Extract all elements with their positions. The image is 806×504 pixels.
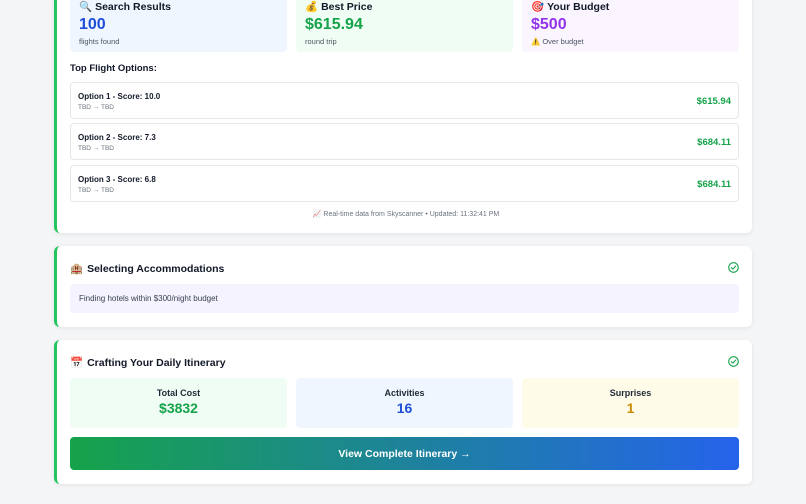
itinerary-heading: 📅 Crafting Your Daily Itinerary [70, 356, 226, 370]
itinerary-title: Crafting Your Daily Itinerary [87, 356, 226, 369]
option-route: TBD → TBD [78, 145, 114, 152]
activities-value: 16 [396, 400, 413, 416]
money-bag-icon: 💰 [305, 1, 319, 13]
warning-icon: ⚠️ [531, 37, 541, 46]
accommodations-title: Selecting Accommodations [87, 262, 225, 275]
hotel-status-box: Finding hotels within $300/night budget [70, 284, 739, 313]
option-route: TBD → TBD [78, 104, 114, 111]
hotel-icon: 🏨 [70, 263, 84, 275]
chart-icon: 📈 [312, 211, 322, 218]
surprises-value: 1 [626, 400, 635, 416]
check-circle-icon [728, 262, 739, 273]
option-price: $684.11 [697, 179, 731, 190]
search-results-value: 100 [79, 16, 106, 33]
best-price-sub: round trip [305, 37, 337, 46]
option-name: Option 2 - Score: 7.3 [78, 133, 156, 142]
search-results-title: Search Results [95, 0, 171, 13]
search-results-sub: flights found [79, 37, 120, 46]
total-cost-value: $3832 [159, 400, 198, 416]
total-cost-label: Total Cost [156, 388, 201, 398]
search-results-stat: 🔍 Search Results 100 flights found [70, 0, 287, 52]
flight-results-card: 🔍 Search Results 100 flights found 💰 Best … [54, 0, 752, 233]
hotel-status-text: Finding hotels within $300/night budget [79, 294, 218, 303]
options-heading: Top Flight Options: [70, 63, 157, 74]
option-name: Option 3 - Score: 6.8 [78, 175, 156, 184]
accommodations-card: 🏨 Selecting Accommodations Finding hotel… [54, 246, 752, 327]
target-icon: 🎯 [531, 1, 545, 13]
surprises-label: Surprises [609, 388, 652, 398]
accommodations-heading: 🏨 Selecting Accommodations [70, 262, 225, 276]
check-circle-icon [728, 356, 739, 367]
view-itinerary-button[interactable]: View Complete Itinerary → [70, 437, 739, 470]
option-name: Option 1 - Score: 10.0 [78, 92, 161, 101]
magnifier-icon: 🔍 [79, 1, 93, 13]
best-price-value: $615.94 [305, 16, 363, 33]
budget-stat: 🎯 Your Budget $500 ⚠️ Over budget [522, 0, 739, 52]
surprises-tile: Surprises 1 [522, 378, 739, 428]
budget-title: Your Budget [547, 0, 610, 13]
option-route: TBD → TBD [78, 187, 114, 194]
best-price-title: Best Price [321, 0, 373, 13]
flight-option[interactable]: Option 1 - Score: 10.0 TBD → TBD $615.94 [70, 82, 739, 119]
activities-label: Activities [384, 388, 425, 398]
activities-tile: Activities 16 [296, 378, 513, 428]
data-source-note: 📈 Real-time data from Skyscanner • Updat… [57, 210, 755, 218]
flight-option[interactable]: Option 2 - Score: 7.3 TBD → TBD $684.11 [70, 123, 739, 160]
total-cost-tile: Total Cost $3832 [70, 378, 287, 428]
option-price: $684.11 [697, 137, 731, 148]
option-price: $615.94 [696, 96, 731, 107]
calendar-icon: 📅 [70, 357, 84, 369]
itinerary-card: 📅 Crafting Your Daily Itinerary Total Co… [54, 340, 752, 484]
best-price-stat: 💰 Best Price $615.94 round trip [296, 0, 513, 52]
budget-sub: Over budget [542, 37, 584, 46]
budget-value: $500 [531, 16, 567, 33]
data-source-text: Real-time data from Skyscanner • Updated… [323, 211, 500, 218]
flight-option[interactable]: Option 3 - Score: 6.8 TBD → TBD $684.11 [70, 165, 739, 202]
